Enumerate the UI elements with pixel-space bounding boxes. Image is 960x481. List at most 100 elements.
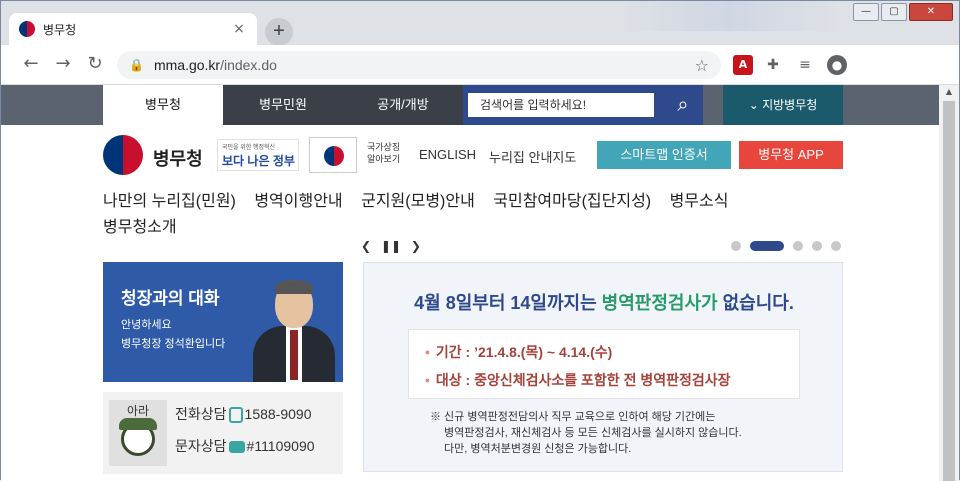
notice-target: • 대상 : 중앙신체검사소를 포함한 전 병역판정검사장 [425, 370, 731, 390]
better-gov-small: 국민을 위한 행정혁신 [222, 145, 276, 151]
sms-number: #11109090 [246, 438, 315, 454]
new-tab-button[interactable]: + [265, 18, 293, 46]
pdf-extension-icon[interactable]: A [733, 55, 753, 75]
menu-item-military-apply[interactable]: 군지원(모병)안내 [361, 193, 475, 210]
menu-item-service-guide[interactable]: 병역이행안내 [254, 193, 342, 210]
notice-details: • 기간 : ’21.4.8.(목) ~ 4.14.(수) • 대상 : 중앙신체검… [408, 329, 800, 399]
ara-cap [119, 418, 157, 430]
chief-line-1: 안녕하세요 [121, 319, 172, 331]
logo-text[interactable]: 병무청 [153, 145, 203, 171]
sitemap-link[interactable]: 누리집 안내지도 [489, 147, 576, 166]
national-flag-icon[interactable] [309, 137, 357, 173]
pause-icon[interactable]: ❚❚ [381, 239, 401, 253]
slider-dot[interactable] [731, 241, 741, 251]
slider-controls: ❮ ❚❚ ❯ [361, 239, 427, 253]
mma-logo-icon[interactable] [103, 135, 143, 175]
browser-toolbar: ← → ↻ 🔒 mma.go.kr/index.do ☆ A ✚ ≡ ● [1, 45, 959, 85]
phone-consult[interactable]: 전화상담 1588-9090 [175, 404, 311, 424]
star-icon[interactable]: ☆ [695, 56, 709, 75]
menu-item-news[interactable]: 병무소식 [670, 193, 729, 210]
header-row: 병무청 국민을 위한 행정혁신 보다 나은 정부 국가상징 알아보기 ENGLI… [103, 131, 843, 177]
regional-label: 지방병무청 [762, 98, 818, 112]
address-bar[interactable]: 🔒 mma.go.kr/index.do ☆ [117, 51, 721, 79]
window-controls: — ▢ ✕ [853, 3, 953, 21]
chevron-down-icon: ⌄ [748, 98, 763, 112]
close-icon[interactable]: × [231, 21, 247, 37]
national-symbol-link[interactable]: 국가상징 알아보기 [367, 141, 407, 165]
topnav-civil[interactable]: 병무민원 [223, 85, 343, 125]
window-close-button[interactable]: ✕ [909, 3, 953, 21]
english-link[interactable]: ENGLISH [419, 147, 476, 162]
scroll-up-icon[interactable]: ▲ [939, 85, 959, 99]
url-text: mma.go.kr/index.do [154, 57, 695, 73]
slider-dot[interactable] [812, 241, 822, 251]
search-input[interactable]: 검색어를 입력하세요! [467, 92, 655, 118]
maximize-button[interactable]: ▢ [881, 3, 907, 21]
titlebar-decoration [619, 1, 839, 31]
ara-avatar: 아라 [109, 400, 167, 466]
notice-footnote: ※ 신규 병역판정전담의사 직무 교육으로 인하여 해당 기간에는 병역판정검사… [430, 409, 790, 457]
slider-dot[interactable] [831, 241, 841, 251]
sms-label: 문자상담 [175, 438, 227, 454]
slider-dot[interactable] [793, 241, 803, 251]
reload-icon[interactable]: ↻ [83, 53, 107, 77]
page-scrollbar[interactable]: ▲ [939, 85, 959, 481]
bullet-icon: • [425, 344, 430, 360]
prev-icon[interactable]: ❮ [361, 239, 371, 253]
topnav-mma[interactable]: 병무청 [103, 85, 223, 125]
chief-title: 청장과의 대화 [121, 289, 220, 308]
topnav-open[interactable]: 공개/개방 [343, 85, 463, 125]
sms-consult[interactable]: 문자상담 #11109090 [175, 436, 315, 456]
slider-dot[interactable] [750, 241, 784, 251]
main-menu: 나만의 누리집(민원) 병역이행안내 군지원(모병)안내 국민참여마당(집단지성… [103, 189, 803, 241]
lock-icon: 🔒 [129, 58, 144, 72]
url-host: mma.go.kr [153, 57, 221, 73]
menu-item-my-homepage[interactable]: 나만의 누리집(민원) [103, 193, 236, 210]
footnote-line-3: 다만, 병역처분변경원 신청은 가능합니다. [444, 443, 632, 455]
web-page: 병무청 병무민원 공개/개방 검색어를 입력하세요! ⌕ ⌄ 지방병무청 병무청… [1, 85, 939, 481]
scroll-thumb[interactable] [943, 101, 955, 481]
period-text: 기간 : ’21.4.8.(목) ~ 4.14.(수) [435, 344, 613, 360]
search-icon[interactable]: ⌕ [663, 85, 703, 125]
portrait-tie [290, 330, 298, 380]
chief-line-2: 병무청장 정석환입니다 [121, 338, 226, 350]
menu-item-about[interactable]: 병무청소개 [103, 219, 177, 236]
message-icon [228, 441, 245, 454]
notice-slide[interactable]: 4월 8일부터 14일까지는 병역판정검사가 없습니다. • 기간 : ’21.4… [363, 262, 843, 472]
tab-title: 병무청 [43, 22, 77, 37]
heading-pre: 4월 8일부터 14일까지는 [414, 293, 602, 313]
mma-app-button[interactable]: 병무청 APP [739, 141, 843, 169]
portrait-hair [275, 280, 313, 294]
minimize-button[interactable]: — [853, 3, 879, 21]
menu-item-participation[interactable]: 국민참여마당(집단지성) [493, 193, 651, 210]
chief-dialogue-banner[interactable]: 청장과의 대화 안녕하세요 병무청장 정석환입니다 [103, 262, 343, 382]
notice-period: • 기간 : ’21.4.8.(목) ~ 4.14.(수) [425, 342, 612, 362]
phone-number: 1588-9090 [244, 406, 312, 422]
forward-icon[interactable]: → [51, 53, 75, 77]
profile-icon[interactable]: ● [827, 55, 847, 75]
ara-name: 아라 [126, 404, 150, 418]
ara-contact-box: 아라 전화상담 1588-9090 문자상담 #11109090 [103, 392, 343, 474]
better-gov-main: 보다 나은 정부 [222, 154, 295, 168]
slider-pagination [731, 241, 841, 251]
heading-highlight: 병역판정검사가 [601, 293, 718, 313]
puzzle-icon[interactable]: ✚ [763, 55, 783, 75]
phone-label: 전화상담 [175, 406, 227, 422]
phone-icon [228, 407, 243, 424]
url-path: /index.do [220, 57, 277, 73]
search-area: 검색어를 입력하세요! ⌕ [463, 85, 703, 125]
chief-greeting: 안녕하세요 병무청장 정석환입니다 [121, 316, 225, 354]
smart-map-button[interactable]: 스마트맵 인증서 [597, 141, 731, 169]
bullet-icon: • [425, 372, 430, 388]
browser-window: 병무청 × + — ▢ ✕ ← → ↻ 🔒 mma.go.kr/index.do… [0, 0, 960, 481]
tab-strip: 병무청 × + — ▢ ✕ [1, 1, 959, 46]
back-icon[interactable]: ← [19, 53, 43, 77]
favicon-icon [19, 21, 35, 37]
target-text: 대상 : 중앙신체검사소를 포함한 전 병역판정검사장 [435, 372, 731, 388]
browser-tab[interactable]: 병무청 × [9, 13, 257, 45]
next-icon[interactable]: ❯ [411, 239, 421, 253]
regional-office-button[interactable]: ⌄ 지방병무청 [723, 85, 843, 125]
better-government-logo[interactable]: 국민을 위한 행정혁신 보다 나은 정부 [217, 139, 299, 171]
media-icon[interactable]: ≡ [795, 55, 815, 75]
chief-portrait [253, 280, 335, 382]
